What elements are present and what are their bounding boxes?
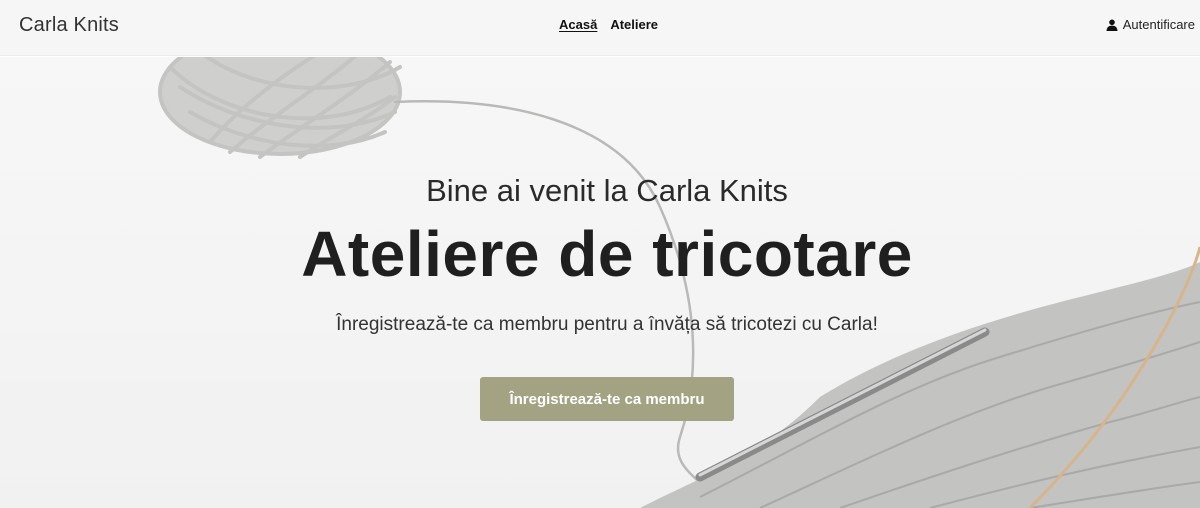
hero-title: Ateliere de tricotare [301,218,913,290]
main-nav: Acasă Ateliere [559,17,658,32]
nav-link-acasa[interactable]: Acasă [559,17,597,32]
hero-subtitle: Bine ai venit la Carla Knits [426,173,788,208]
login-label: Autentificare [1122,17,1195,32]
login-link[interactable]: Autentificare [1106,17,1195,32]
brand-logo[interactable]: Carla Knits [19,14,119,37]
user-icon [1106,19,1118,31]
navbar: Carla Knits Acasă Ateliere Autentificare [0,0,1200,56]
register-member-button[interactable]: Înregistrează-te ca membru [480,377,734,421]
nav-link-ateliere[interactable]: Ateliere [610,17,658,32]
hero-section: Bine ai venit la Carla Knits Ateliere de… [0,57,1200,508]
hero-text: Înregistrează-te ca membru pentru a învă… [336,314,878,335]
